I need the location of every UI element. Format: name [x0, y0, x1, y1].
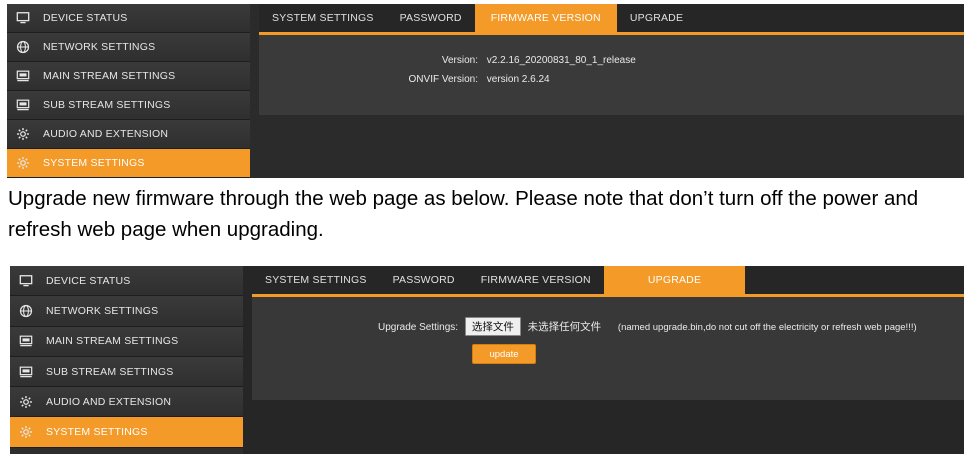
- tab-system-settings[interactable]: SYSTEM SETTINGS: [252, 266, 380, 294]
- tab-bar: SYSTEM SETTINGS PASSWORD FIRMWARE VERSION U…: [259, 4, 964, 35]
- stream-icon: [15, 97, 31, 113]
- sidebar-item-label: AUDIO AND EXTENSION: [43, 128, 169, 140]
- sidebar-item-sub-stream-settings[interactable]: SUB STREAM SETTINGS: [7, 91, 250, 120]
- stream-icon: [18, 364, 34, 380]
- stream-icon: [18, 333, 34, 349]
- sidebar-item-label: MAIN STREAM SETTINGS: [43, 70, 176, 82]
- tab-bar: SYSTEM SETTINGS PASSWORD FIRMWARE VERSION U…: [252, 266, 964, 297]
- gear-icon: [15, 126, 31, 142]
- sidebar-item-system-settings[interactable]: SYSTEM SETTINGS: [7, 149, 250, 178]
- sidebar-item-label: DEVICE STATUS: [43, 12, 128, 24]
- update-button[interactable]: update: [472, 344, 536, 364]
- no-file-text: 未选择任何文件: [527, 321, 602, 333]
- onvif-value: version 2.6.24: [486, 74, 550, 85]
- sidebar-item-main-stream-settings[interactable]: MAIN STREAM SETTINGS: [7, 62, 250, 91]
- sidebar-item-network-settings[interactable]: NETWORK SETTINGS: [7, 33, 250, 62]
- sidebar-item-label: AUDIO AND EXTENSION: [46, 395, 172, 408]
- sidebar-item-audio-and-extension[interactable]: AUDIO AND EXTENSION: [7, 120, 250, 149]
- tab-firmware-version[interactable]: FIRMWARE VERSION: [474, 4, 617, 32]
- monitor-icon: [15, 10, 31, 26]
- sidebar-item-label: SUB STREAM SETTINGS: [43, 99, 171, 111]
- tab-system-settings[interactable]: SYSTEM SETTINGS: [259, 4, 387, 32]
- firmware-panel: Version: v2.2.16_20200831_80_1_release O…: [259, 35, 964, 115]
- tab-upgrade[interactable]: UPGRADE: [603, 266, 746, 294]
- tab-upgrade[interactable]: UPGRADE: [617, 4, 696, 32]
- version-value: v2.2.16_20200831_80_1_release: [486, 55, 636, 66]
- firmware-version-screenshot: DEVICE STATUS NETWORK SETTINGS MAIN STREAM…: [7, 4, 964, 178]
- stream-icon: [15, 68, 31, 84]
- sidebar-item-main-stream-settings[interactable]: MAIN STREAM SETTINGS: [10, 326, 243, 357]
- gear-icon: [15, 155, 31, 171]
- sidebar-item-audio-and-extension[interactable]: AUDIO AND EXTENSION: [10, 387, 243, 418]
- sidebar-item-device-status[interactable]: DEVICE STATUS: [10, 266, 243, 297]
- sidebar-item-sub-stream-settings[interactable]: SUB STREAM SETTINGS: [10, 356, 243, 388]
- upgrade-note: (named upgrade.bin,do not cut off the el…: [617, 322, 917, 333]
- monitor-icon: [18, 273, 34, 289]
- gear-icon: [18, 394, 34, 410]
- sidebar-item-device-status[interactable]: DEVICE STATUS: [7, 4, 250, 33]
- sidebar-item-label: SYSTEM SETTINGS: [43, 157, 145, 169]
- sidebar: DEVICE STATUS NETWORK SETTINGS MAIN STREAM…: [10, 266, 243, 454]
- sidebar-item-label: NETWORK SETTINGS: [46, 304, 159, 317]
- sidebar-item-label: DEVICE STATUS: [46, 274, 131, 287]
- globe-icon: [18, 303, 34, 319]
- onvif-row: ONVIF Version: version 2.6.24: [399, 74, 550, 85]
- upgrade-panel: Upgrade Settings: 选择文件 未选择任何文件 (named up…: [252, 297, 964, 400]
- choose-file-button[interactable]: 选择文件: [464, 317, 521, 336]
- sidebar-item-label: NETWORK SETTINGS: [43, 41, 156, 53]
- upgrade-settings-row: Upgrade Settings: 选择文件 未选择任何文件 (named up…: [378, 317, 917, 336]
- onvif-label: ONVIF Version:: [408, 74, 478, 85]
- sidebar-item-label: SYSTEM SETTINGS: [46, 426, 148, 439]
- sidebar: DEVICE STATUS NETWORK SETTINGS MAIN STREAM…: [7, 4, 250, 178]
- tab-password[interactable]: PASSWORD: [380, 266, 468, 294]
- version-label: Version:: [441, 55, 478, 66]
- sidebar-item-label: MAIN STREAM SETTINGS: [46, 335, 179, 348]
- sidebar-item-system-settings[interactable]: SYSTEM SETTINGS: [10, 417, 243, 448]
- tab-password[interactable]: PASSWORD: [387, 4, 475, 32]
- gear-icon: [18, 424, 34, 440]
- globe-icon: [15, 39, 31, 55]
- instruction-caption: Upgrade new firmware through the web pag…: [8, 187, 919, 241]
- upgrade-screenshot: DEVICE STATUS NETWORK SETTINGS MAIN STREAM…: [10, 266, 964, 454]
- upgrade-settings-label: Upgrade Settings:: [378, 322, 459, 333]
- sidebar-item-label: SUB STREAM SETTINGS: [46, 365, 174, 378]
- tab-firmware-version[interactable]: FIRMWARE VERSION: [468, 266, 604, 294]
- sidebar-item-network-settings[interactable]: NETWORK SETTINGS: [10, 296, 243, 327]
- version-row: Version: v2.2.16_20200831_80_1_release: [399, 55, 636, 66]
- main-content: SYSTEM SETTINGS PASSWORD FIRMWARE VERSION U…: [259, 4, 964, 178]
- main-content: SYSTEM SETTINGS PASSWORD FIRMWARE VERSION U…: [252, 266, 964, 454]
